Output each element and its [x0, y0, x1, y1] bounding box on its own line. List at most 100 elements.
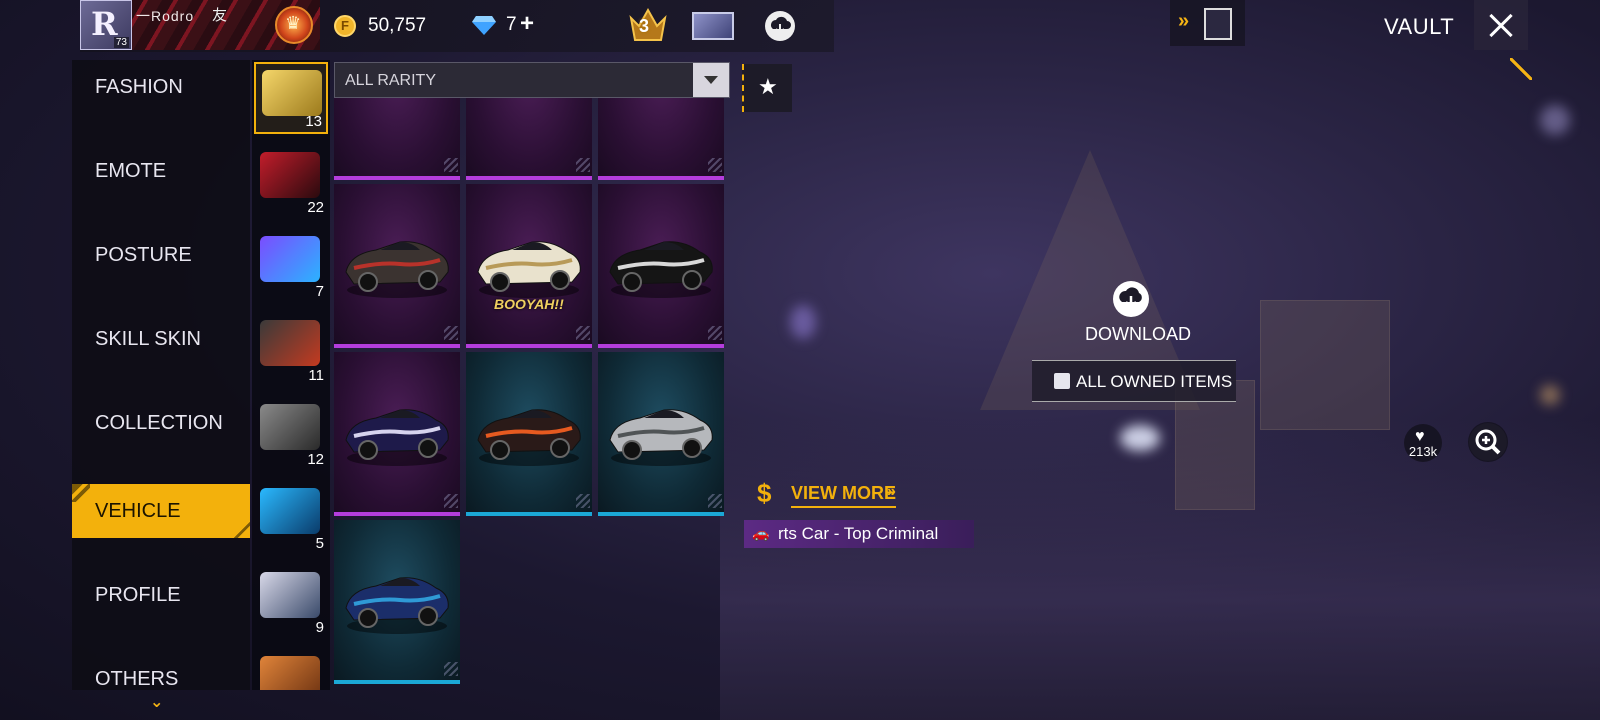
tuktuk-icon: [260, 572, 320, 618]
vehicle-type-atv[interactable]: 7: [254, 230, 328, 302]
rarity-bar: [466, 176, 592, 180]
sidebar-item-label: OTHERS: [95, 668, 179, 690]
sidebar-item-fashion[interactable]: FASHION: [72, 60, 250, 114]
rarity-bar: [334, 512, 460, 516]
vehicle-type-count: 11: [308, 367, 324, 384]
download-button[interactable]: DOWNLOAD: [1085, 324, 1191, 345]
corner-stripes: [444, 662, 458, 676]
page-title: VAULT: [1384, 14, 1455, 39]
rank-crown[interactable]: 3: [627, 6, 669, 46]
chevron-down-icon[interactable]: ⌄: [150, 692, 163, 712]
decal-text: BOOYAH!!: [494, 296, 564, 312]
atv-icon: [260, 236, 320, 282]
corner-stripes: [444, 158, 458, 172]
sidebar-item-label: PROFILE: [95, 584, 181, 606]
vehicle-type-motorbike[interactable]: 22: [254, 146, 328, 218]
corner-stripes: [708, 326, 722, 340]
animal-mount-icon: [260, 656, 320, 690]
vehicle-type-count: 5: [315, 535, 324, 552]
gold-coin-icon: F: [334, 15, 356, 37]
view-more-link[interactable]: $ VIEW MORE »: [757, 478, 927, 512]
sidebar-item-label: COLLECTION: [95, 412, 223, 434]
vehicle-type-jeep[interactable]: 11: [254, 314, 328, 386]
item-grid: Z BOOYAH!!: [334, 98, 730, 690]
vehicle-item-card[interactable]: [334, 352, 460, 516]
corner-stripes: [576, 158, 590, 172]
vehicle-item-card[interactable]: BOOYAH!!: [466, 184, 592, 348]
rarity-bar: [466, 512, 592, 516]
hazard-corner-decor: [1510, 58, 1532, 80]
vehicle-item-card[interactable]: [334, 520, 460, 684]
zoom-in-icon[interactable]: [1468, 422, 1508, 462]
diamond-balance: 7: [506, 14, 517, 35]
sidebar-item-label: VEHICLE: [95, 500, 181, 522]
buggy-icon: [260, 488, 320, 534]
rarity-bar: [334, 344, 460, 348]
cloud-download-icon[interactable]: [1112, 280, 1150, 318]
corner-stripes: [444, 326, 458, 340]
avatar[interactable]: R 73: [80, 0, 132, 50]
rarity-bar: [598, 176, 724, 180]
vehicle-type-tuktuk[interactable]: 9: [254, 566, 328, 638]
vehicle-type-count: 22: [307, 199, 324, 216]
sidebar-item-profile[interactable]: PROFILE: [72, 568, 250, 622]
corner-stripes: [708, 158, 722, 172]
sidebar-item-collection[interactable]: COLLECTION: [72, 396, 250, 450]
rarity-bar: [334, 176, 460, 180]
vehicle-item-card[interactable]: [598, 184, 724, 348]
vehicle-item-card[interactable]: [466, 352, 592, 516]
sports-car-image: [477, 409, 581, 466]
category-sidebar: FASHION EMOTE POSTURE SKILL SKIN COLLECT…: [72, 60, 250, 690]
vehicle-type-count: 13: [305, 113, 322, 130]
vehicle-type-sports-car[interactable]: 13: [254, 62, 328, 134]
sidebar-item-label: FASHION: [95, 76, 183, 98]
all-owned-items-button[interactable]: ALL OWNED ITEMS: [1032, 360, 1236, 402]
box-icon: [1054, 373, 1070, 389]
chevron-right-icon: »: [1178, 10, 1190, 32]
vehicle-item-card[interactable]: Z: [598, 98, 724, 180]
player-level: 73: [113, 37, 129, 48]
topup-button[interactable]: +: [520, 10, 534, 38]
rank-number: 3: [639, 16, 650, 36]
motorbike-icon: [260, 152, 320, 198]
vehicle-type-animal-mount[interactable]: [254, 650, 328, 690]
chevron-down-icon: [693, 63, 729, 97]
elite-pass-icon[interactable]: [692, 12, 734, 40]
vehicle-type-count: 12: [307, 451, 324, 468]
player-name: 一Rodro: [136, 8, 195, 24]
corner-stripes: [444, 494, 458, 508]
selected-item-name: 🚗 rts Car - Top Criminal: [744, 520, 974, 548]
lamp-glow: [790, 305, 816, 339]
like-button[interactable]: ♥ 213k: [1404, 424, 1442, 462]
sidebar-item-label: EMOTE: [95, 160, 167, 182]
vehicle-item-card[interactable]: [334, 184, 460, 348]
sports-car-image: [477, 241, 581, 298]
sports-car-icon: [262, 70, 322, 116]
corner-stripes: [708, 494, 722, 508]
corner-stripes: [576, 494, 590, 508]
sports-car-image: [345, 577, 449, 634]
close-button[interactable]: [1474, 0, 1528, 50]
sidebar-item-emote[interactable]: EMOTE: [72, 144, 250, 198]
car-icon: 🚗: [752, 525, 770, 541]
character-card-icon: [1204, 8, 1232, 40]
vehicle-item-card[interactable]: [334, 98, 460, 180]
sidebar-item-posture[interactable]: POSTURE: [72, 228, 250, 282]
floor-shade: [720, 420, 1600, 720]
cloud-download-icon[interactable]: [764, 10, 796, 42]
vault-switch[interactable]: »: [1170, 0, 1245, 46]
lamp-glow: [1540, 385, 1560, 405]
rarity-bar: [598, 344, 724, 348]
rank-emblem-icon[interactable]: [275, 6, 313, 44]
vehicle-type-buggy[interactable]: 5: [254, 482, 328, 554]
sidebar-item-skill-skin[interactable]: SKILL SKIN: [72, 312, 250, 366]
rarity-filter-dropdown[interactable]: ALL RARITY: [334, 62, 730, 98]
favorite-filter-button[interactable]: ★: [742, 64, 792, 112]
player-badge: 友: [212, 7, 228, 24]
vehicle-item-card[interactable]: [598, 352, 724, 516]
vehicle-item-card[interactable]: [466, 98, 592, 180]
sidebar-item-vehicle[interactable]: VEHICLE: [72, 484, 250, 538]
vehicle-type-monster-truck[interactable]: 12: [254, 398, 328, 470]
jeep-icon: [260, 320, 320, 366]
selected-item-label: rts Car - Top Criminal: [778, 524, 939, 543]
